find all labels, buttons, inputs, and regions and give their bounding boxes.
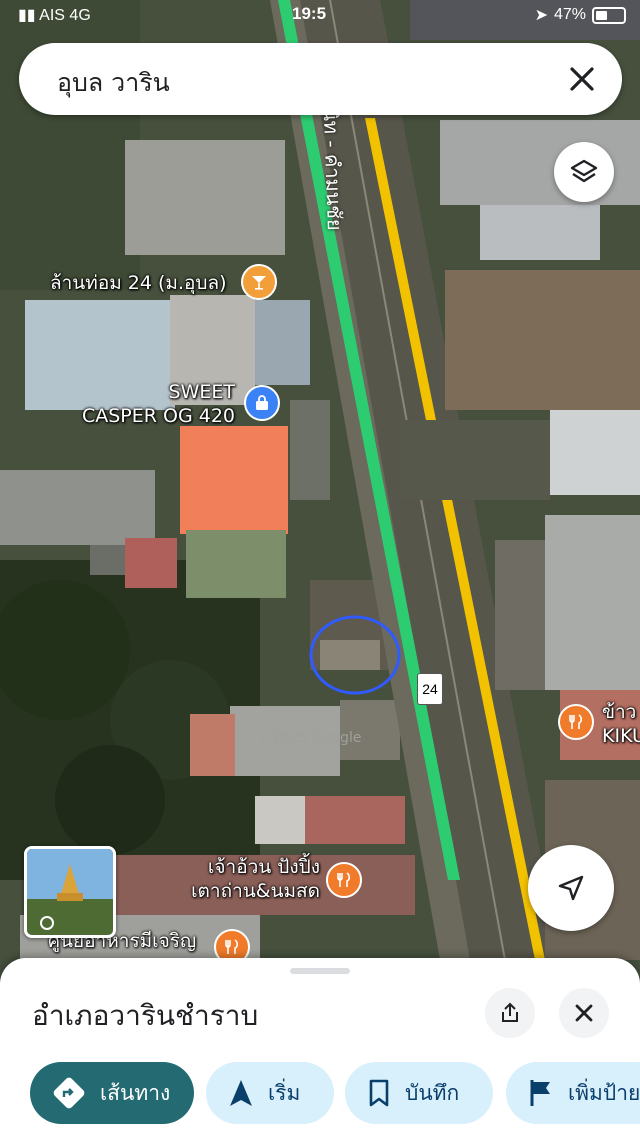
status-right: ➤ 47% (535, 5, 626, 25)
poi-shopping-pin[interactable] (244, 385, 280, 421)
poi-label-sweet-casper[interactable]: SWEET CASPER OG 420 (75, 380, 235, 428)
temple-photo (27, 849, 113, 935)
clock: 19:5 (292, 4, 327, 23)
place-bottom-sheet[interactable]: อำเภอวารินชำราบ เส้นทาง เริ่ม บันทึก เพิ… (0, 958, 640, 1136)
google-watermark: ©2025 Google (258, 730, 362, 746)
save-button[interactable]: บันทึก (345, 1062, 493, 1124)
poi-restaurant-pin-kiku[interactable] (558, 704, 594, 740)
navigation-arrow-icon (558, 875, 584, 901)
street-view-thumbnail[interactable] (24, 846, 116, 938)
search-bar[interactable]: อุบล วาริน (19, 43, 622, 115)
battery-percent: 47% (553, 6, 586, 23)
carrier-name: AIS (39, 7, 65, 24)
place-title: อำเภอวารินชำราบ (32, 999, 259, 1032)
directions-button[interactable]: เส้นทาง (30, 1062, 194, 1124)
save-label: บันทึก (405, 1080, 460, 1105)
close-icon[interactable] (566, 63, 598, 95)
flag-icon (530, 1080, 550, 1106)
location-arrow-icon: ➤ (534, 7, 548, 24)
directions-icon (53, 1077, 85, 1109)
start-button[interactable]: เริ่ม (206, 1062, 334, 1124)
share-icon (502, 1002, 518, 1022)
navigation-arrow-icon (230, 1080, 252, 1106)
signal-icon: ▮▮ (18, 7, 36, 24)
poi-label-bar[interactable]: ล้านท่อม 24 (ม.อุบล) (50, 271, 227, 295)
layers-icon (570, 159, 598, 183)
fork-knife-icon (569, 714, 583, 729)
poi-bar-pin[interactable] (241, 264, 277, 300)
battery-icon (592, 6, 626, 24)
start-label: เริ่ม (268, 1080, 301, 1105)
add-label-label: เพิ่มป้าย (568, 1080, 640, 1105)
my-location-button[interactable] (528, 845, 614, 931)
fork-knife-icon (337, 872, 351, 887)
close-icon (575, 1004, 593, 1022)
network-type: 4G (69, 7, 91, 24)
shopping-bag-icon (256, 395, 268, 410)
poi-label-kiku[interactable]: ข้าว KIKU (602, 700, 640, 748)
directions-label: เส้นทาง (100, 1080, 171, 1105)
close-sheet-button[interactable] (559, 988, 609, 1038)
cocktail-icon (252, 276, 266, 290)
bookmark-icon (369, 1079, 389, 1107)
drag-handle[interactable] (290, 968, 350, 974)
carrier-info: ▮▮ AIS 4G (18, 5, 91, 25)
fork-knife-icon (225, 939, 239, 954)
share-button[interactable] (485, 988, 535, 1038)
poi-restaurant-pin-jaouan[interactable] (326, 862, 362, 898)
status-bar: ▮▮ AIS 4G 19:5 ➤ 47% (0, 0, 640, 30)
search-query[interactable]: อุบล วาริน (57, 63, 170, 103)
poi-label-jaouan[interactable]: เจ้าอ้วน ปังปิ้ง เตาถ่าน&นมสด (182, 855, 320, 903)
add-label-button[interactable]: เพิ่มป้าย (506, 1062, 640, 1124)
layers-button[interactable] (554, 142, 614, 202)
route-shield: 24 (417, 673, 443, 705)
